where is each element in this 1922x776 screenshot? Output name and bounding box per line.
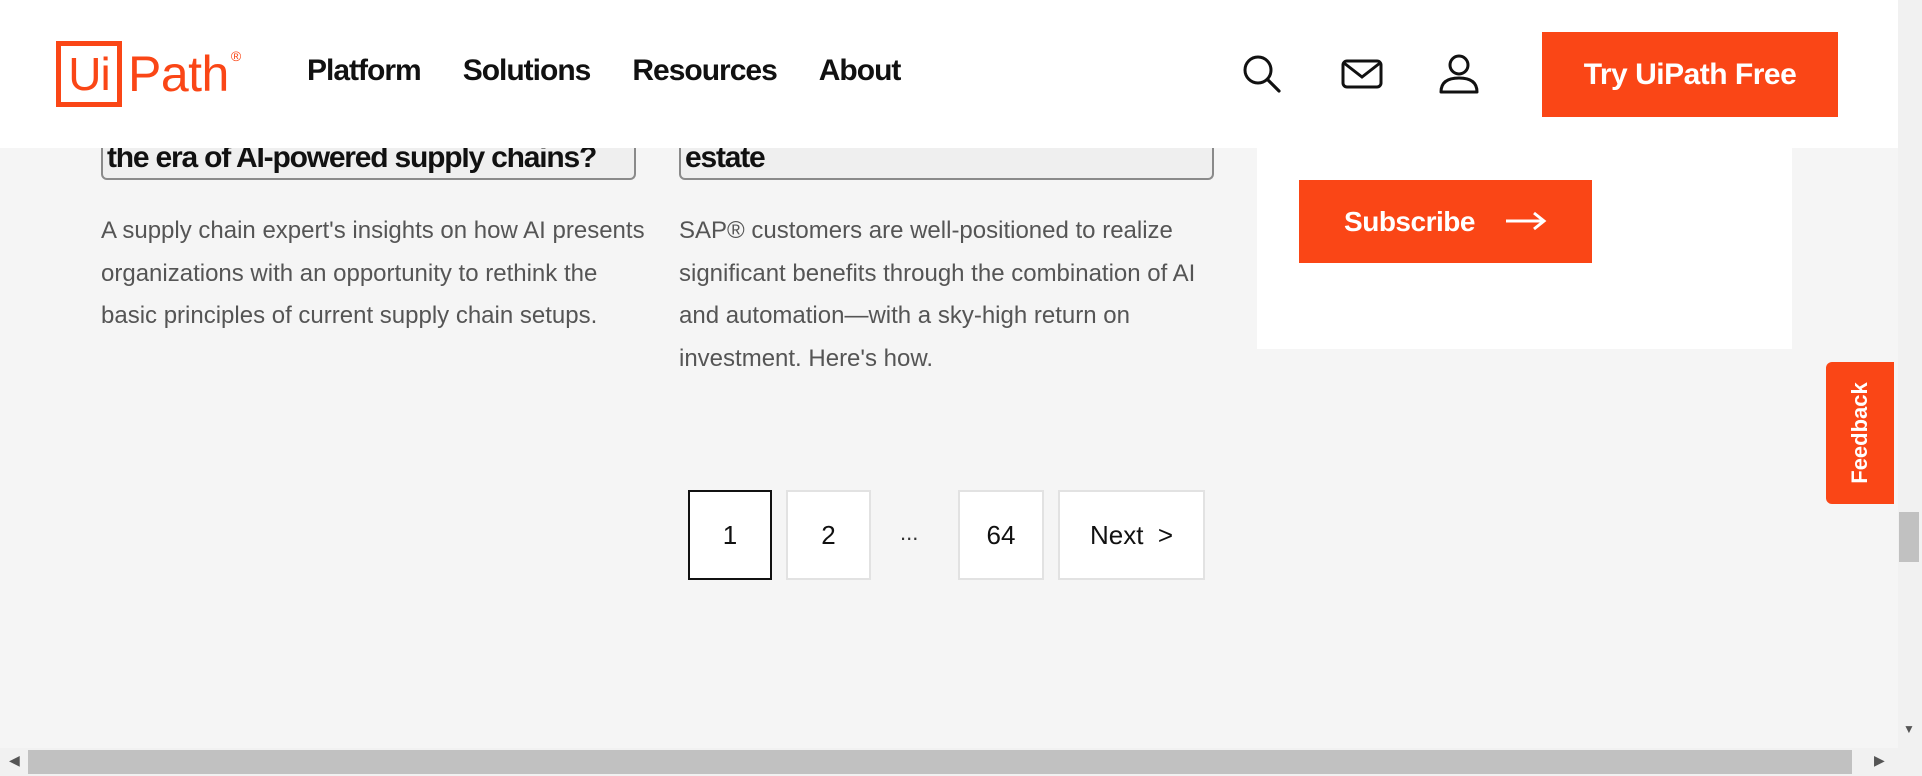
nav-item-resources[interactable]: Resources	[632, 54, 777, 88]
arrow-right-icon	[1505, 206, 1547, 238]
feedback-tab[interactable]: Feedback	[1826, 362, 1894, 504]
vertical-scrollbar[interactable]	[1898, 0, 1922, 748]
vertical-scrollbar-thumb[interactable]	[1899, 512, 1919, 562]
main-nav: Platform Solutions Resources About	[307, 54, 902, 88]
subscribe-button[interactable]: Subscribe	[1299, 180, 1592, 263]
card-description: A supply chain expert's insights on how …	[101, 217, 645, 329]
scroll-right-arrow-icon[interactable]: ▶	[1874, 752, 1885, 769]
horizontal-scrollbar-thumb[interactable]	[28, 750, 1852, 774]
scroll-down-arrow-icon[interactable]: ▼	[1903, 722, 1915, 736]
pagination-next-button[interactable]: Next >	[1058, 490, 1205, 580]
try-uipath-free-button[interactable]: Try UiPath Free	[1542, 32, 1838, 117]
site-header: Ui Path ® Platform Solutions Resources A…	[0, 0, 1898, 148]
user-icon[interactable]	[1437, 52, 1481, 96]
logo-box: Ui	[56, 41, 122, 107]
pagination-ellipsis: ...	[900, 520, 919, 545]
pagination-page-2[interactable]: 2	[786, 490, 871, 580]
logo-text: Path	[128, 46, 229, 102]
pagination-page-64[interactable]: 64	[958, 490, 1044, 580]
scroll-left-arrow-icon[interactable]: ◀	[9, 752, 20, 769]
pagination-page-1[interactable]: 1	[688, 490, 772, 580]
card-description: SAP® customers are well-positioned to re…	[679, 217, 1196, 372]
nav-item-solutions[interactable]: Solutions	[463, 54, 592, 88]
logo-registered-mark: ®	[230, 48, 242, 64]
uipath-logo[interactable]: Ui Path ®	[56, 40, 241, 108]
subscribe-label: Subscribe	[1344, 205, 1475, 237]
mail-icon[interactable]	[1340, 52, 1384, 96]
search-icon[interactable]	[1240, 52, 1284, 96]
nav-item-platform[interactable]: Platform	[307, 54, 422, 88]
feedback-label: Feedback	[1847, 382, 1872, 484]
nav-item-about[interactable]: About	[819, 54, 902, 88]
